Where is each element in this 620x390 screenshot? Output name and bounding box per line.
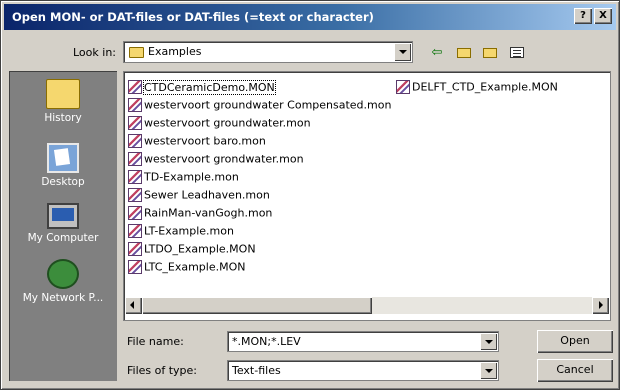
look-in-value: Examples: [148, 45, 202, 58]
dialog-title: Open MON- or DAT-files or DAT-files (=te…: [12, 10, 374, 24]
file-item[interactable]: westervoort grondwater.mon: [128, 152, 304, 169]
file-item[interactable]: westervoort baro.mon: [128, 134, 266, 151]
place-label: History: [44, 112, 82, 124]
mon-file-icon: [128, 116, 142, 130]
my-computer-icon: [47, 203, 79, 229]
place-history[interactable]: History: [9, 79, 117, 124]
views-menu-icon[interactable]: [506, 43, 528, 63]
look-in-dropdown[interactable]: Examples: [123, 41, 413, 63]
new-folder-icon[interactable]: [479, 43, 501, 63]
file-name-label: File name:: [127, 335, 184, 348]
file-name-input[interactable]: *.MON;*.LEV: [227, 331, 499, 352]
up-folder-icon[interactable]: [453, 43, 475, 63]
title-bar[interactable]: Open MON- or DAT-files or DAT-files (=te…: [4, 4, 616, 30]
open-button[interactable]: Open: [537, 330, 613, 353]
place-label: Desktop: [41, 176, 85, 188]
cancel-button[interactable]: Cancel: [537, 359, 613, 382]
mon-file-icon: [128, 152, 142, 166]
mon-file-icon: [128, 242, 142, 256]
scroll-thumb[interactable]: [142, 297, 372, 314]
file-item[interactable]: Sewer Leadhaven.mon: [128, 188, 270, 205]
mon-file-icon: [128, 80, 142, 94]
place-network-places[interactable]: My Network P...: [9, 259, 117, 304]
scroll-left-icon[interactable]: [125, 297, 142, 314]
file-type-dropdown[interactable]: Text-files: [227, 360, 499, 381]
mon-file-icon: [128, 98, 142, 112]
place-my-computer[interactable]: My Computer: [9, 203, 117, 244]
file-list[interactable]: CTDCeramicDemo.MON westervoort groundwat…: [123, 71, 611, 321]
file-item[interactable]: TD-Example.mon: [128, 170, 239, 187]
file-item[interactable]: LTDO_Example.MON: [128, 242, 256, 259]
mon-file-icon: [128, 224, 142, 238]
desktop-icon: [47, 143, 79, 173]
file-name-value: *.MON;*.LEV: [232, 335, 301, 348]
place-label: My Computer: [27, 232, 99, 244]
history-icon: [46, 79, 80, 109]
place-label: My Network P...: [22, 292, 104, 304]
file-item[interactable]: CTDCeramicDemo.MON: [128, 79, 276, 97]
mon-file-icon: [128, 188, 142, 202]
horizontal-scrollbar[interactable]: [125, 297, 609, 314]
chevron-down-icon[interactable]: [480, 362, 497, 379]
file-type-value: Text-files: [232, 364, 281, 377]
open-file-dialog: Open MON- or DAT-files or DAT-files (=te…: [0, 0, 620, 390]
scroll-right-icon[interactable]: [592, 297, 609, 314]
file-item[interactable]: LTC_Example.MON: [128, 260, 245, 277]
chevron-down-icon[interactable]: [480, 333, 497, 350]
file-item[interactable]: DELFT_CTD_Example.MON: [396, 80, 558, 97]
mon-file-icon: [396, 80, 410, 94]
places-bar: History Desktop My Computer My Network P…: [9, 71, 117, 381]
network-places-icon: [47, 259, 79, 289]
mon-file-icon: [128, 260, 142, 274]
look-in-label: Look in:: [73, 46, 116, 59]
file-type-label: Files of type:: [127, 364, 198, 377]
mon-file-icon: [128, 206, 142, 220]
back-arrow-icon[interactable]: ⇦: [426, 43, 448, 63]
file-item[interactable]: westervoort groundwater.mon: [128, 116, 311, 133]
close-button[interactable]: X: [594, 8, 612, 24]
folder-icon: [129, 47, 144, 58]
mon-file-icon: [128, 170, 142, 184]
place-desktop[interactable]: Desktop: [9, 143, 117, 188]
help-button[interactable]: ?: [574, 8, 592, 24]
mon-file-icon: [128, 134, 142, 148]
file-item[interactable]: RainMan-vanGogh.mon: [128, 206, 272, 223]
file-item[interactable]: westervoort groundwater Compensated.mon: [128, 98, 391, 115]
chevron-down-icon[interactable]: [394, 43, 411, 61]
file-item[interactable]: LT-Example.mon: [128, 224, 234, 241]
